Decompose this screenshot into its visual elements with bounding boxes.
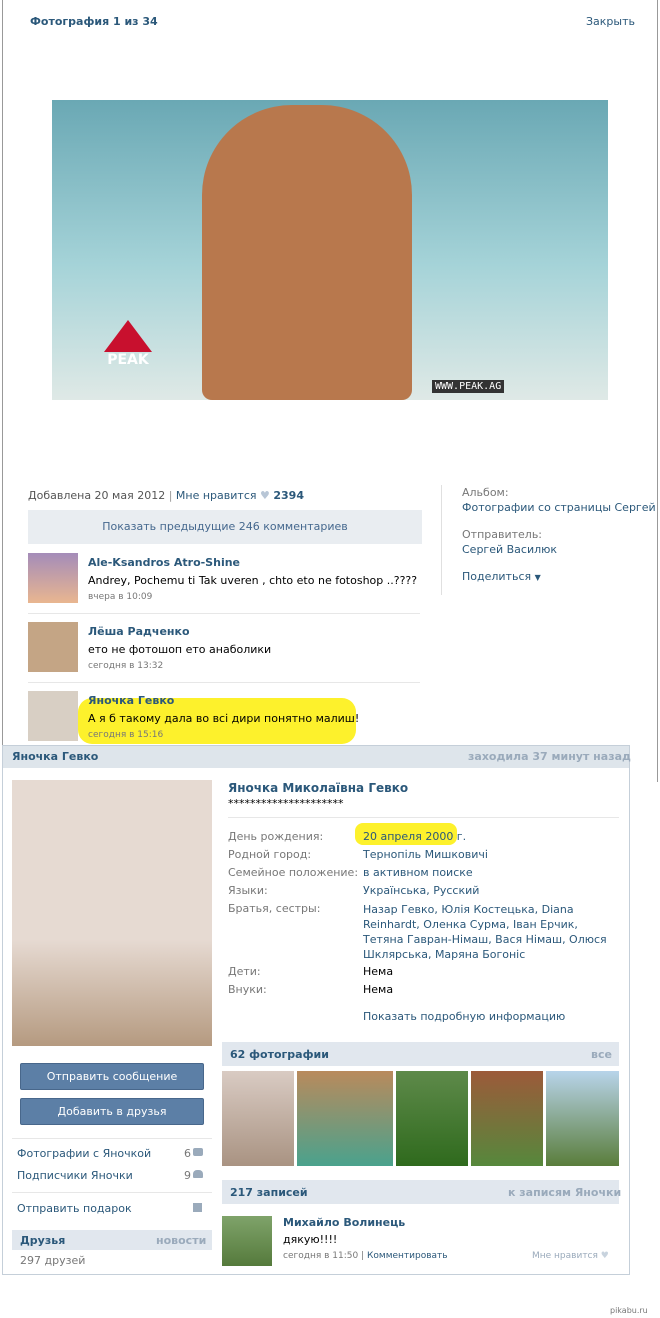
post-author[interactable]: Михайло Волинець (283, 1216, 405, 1229)
close-link[interactable]: Закрыть (586, 15, 635, 28)
people-icon (193, 1170, 203, 1178)
menu-followers[interactable]: Подписчики Яночки (17, 1169, 133, 1182)
post-like-label: Мне нравится (532, 1251, 598, 1261)
avatar[interactable] (28, 691, 78, 741)
sender-link[interactable]: Сергей Василюк (462, 543, 557, 556)
info-label: Родной город: (228, 848, 312, 861)
show-more-info-link[interactable]: Показать подробную информацию (363, 1010, 565, 1023)
peak-triangle-icon (104, 320, 152, 352)
comment-author[interactable]: Ale-Ksandros Atro-Shine (88, 556, 240, 569)
children-value: Нема (363, 965, 394, 978)
sender-label: Отправитель: (462, 528, 543, 541)
heart-icon: ♥ (600, 1251, 609, 1261)
watermark-url: WWW.PEAK.AG (432, 380, 505, 393)
comment-author[interactable]: Яночка Гевко (88, 694, 174, 707)
separator: | (361, 1251, 365, 1261)
info-label: Языки: (228, 884, 268, 897)
avatar[interactable] (28, 553, 78, 603)
profile-photo[interactable] (12, 780, 212, 1046)
profile-full-name: Яночка Миколаївна Гевко (228, 781, 409, 795)
menu-divider (12, 1192, 212, 1193)
like-count: 2394 (273, 489, 304, 502)
comment-time[interactable]: сегодня в 15:16 (88, 730, 163, 740)
profile-status[interactable]: ********************* (228, 797, 344, 810)
relationship-value[interactable]: в активном поиске (363, 866, 473, 879)
camera-icon (193, 1148, 203, 1156)
post-avatar[interactable] (222, 1216, 272, 1266)
comment-divider (28, 613, 420, 614)
send-gift-link[interactable]: Отправить подарок (17, 1202, 132, 1215)
post-meta: сегодня в 11:50 | Комментировать (283, 1251, 448, 1261)
comment-time[interactable]: вчера в 10:09 (88, 592, 152, 602)
send-message-button[interactable]: Отправить сообщение (20, 1063, 204, 1090)
comment-link[interactable]: Комментировать (367, 1251, 448, 1261)
peak-logo: PEAK (68, 320, 188, 384)
album-link[interactable]: Фотографии со страницы Сергей (462, 501, 656, 514)
photos-title[interactable]: 62 фотографии (230, 1048, 329, 1061)
comment-text: ето не фотошоп ето анаболики (88, 643, 272, 656)
photo-thumb[interactable] (471, 1071, 543, 1166)
menu-photos-with[interactable]: Фотографии с Яночкой (17, 1147, 151, 1160)
show-previous-comments[interactable]: Показать предыдущие 246 комментариев (28, 510, 422, 544)
photo-thumb[interactable] (396, 1071, 468, 1166)
comment-divider (28, 682, 420, 683)
to-posts-link[interactable]: к записям Яночки (508, 1186, 621, 1199)
menu-divider (12, 1138, 212, 1139)
photo-thumb[interactable] (297, 1071, 393, 1166)
main-photo[interactable]: PEAK WWW.PEAK.AG (52, 100, 608, 400)
info-label: Семейное положение: (228, 866, 359, 879)
comment-author[interactable]: Лёша Радченко (88, 625, 190, 638)
news-link[interactable]: новости (156, 1234, 206, 1247)
profile-header-name[interactable]: Яночка Гевко (12, 750, 98, 763)
info-label: Внуки: (228, 983, 267, 996)
gift-icon (193, 1203, 202, 1212)
photo-thumb[interactable] (546, 1071, 619, 1166)
comment-text: Andrey, Pochemu ti Tak uveren , chto eto… (88, 574, 418, 587)
added-date: Добавлена 20 мая 2012 (28, 489, 166, 502)
info-label: День рождения: (228, 830, 324, 843)
add-friend-button[interactable]: Добавить в друзья (20, 1098, 204, 1125)
posts-title[interactable]: 217 записей (230, 1186, 308, 1199)
hometown-value[interactable]: Тернопіль Мишковичі (363, 848, 488, 861)
album-label: Альбом: (462, 486, 509, 499)
friends-title[interactable]: Друзья (20, 1234, 65, 1247)
all-photos-link[interactable]: все (591, 1048, 612, 1061)
heart-icon: ♥ (260, 489, 270, 502)
share-link[interactable]: Поделиться ▼ (462, 570, 541, 583)
birthday-value[interactable]: 20 апреля 2000 г. (363, 830, 466, 843)
info-divider (441, 485, 442, 595)
siblings-value[interactable]: Назар Гевко, Юлія Костецька, Diana Reinh… (363, 902, 609, 962)
separator: | (168, 489, 173, 502)
followers-count: 9 (184, 1169, 191, 1182)
info-label: Братья, сестры: (228, 902, 321, 915)
photo-info: Добавлена 20 мая 2012 | Мне нравится ♥ 2… (28, 489, 304, 502)
grandchildren-value: Нема (363, 983, 394, 996)
avatar[interactable] (28, 622, 78, 672)
bodybuilder-figure (202, 105, 412, 400)
share-label: Поделиться (462, 570, 532, 583)
languages-value[interactable]: Українська, Русский (363, 884, 479, 897)
info-label: Дети: (228, 965, 261, 978)
friends-count: 297 друзей (20, 1254, 86, 1267)
post-text: дякую!!!! (283, 1233, 338, 1246)
last-seen: заходила 37 минут назад (468, 750, 631, 763)
photo-counter: Фотография 1 из 34 (30, 15, 158, 28)
comment-time[interactable]: сегодня в 13:32 (88, 661, 163, 671)
info-divider (228, 817, 619, 818)
like-link[interactable]: Мне нравится (176, 489, 257, 502)
photos-count: 6 (184, 1147, 191, 1160)
photo-thumb[interactable] (222, 1071, 294, 1166)
source-watermark: pikabu.ru (610, 1306, 648, 1315)
post-time[interactable]: сегодня в 11:50 (283, 1251, 358, 1261)
chevron-down-icon: ▼ (534, 573, 541, 582)
comment-text: А я б такому дала во всі дири понятно ма… (88, 712, 360, 725)
post-like-link[interactable]: Мне нравится ♥ (532, 1251, 609, 1261)
